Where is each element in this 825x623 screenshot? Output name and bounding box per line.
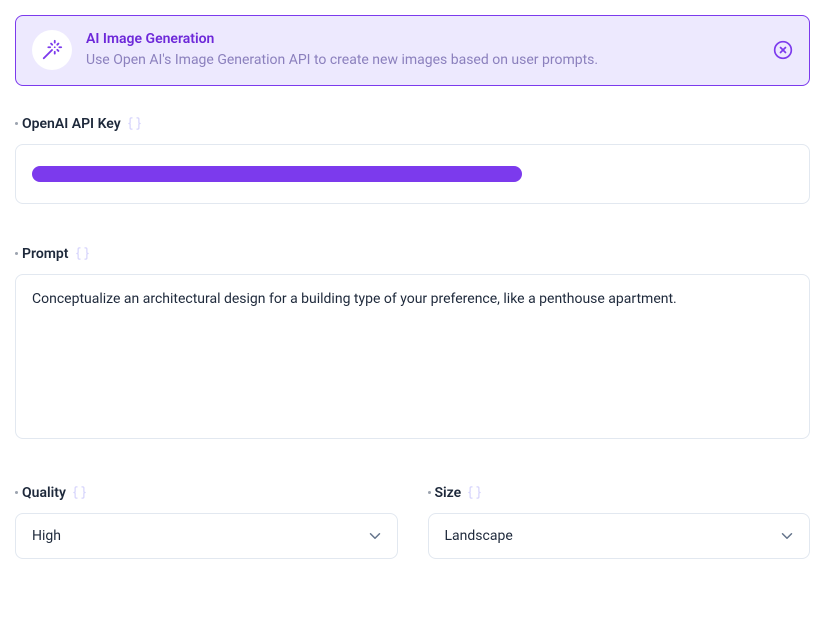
api-key-label: OpenAI API Key — [22, 116, 121, 132]
field-row-quality-size: Quality High Size Landscape — [15, 485, 810, 559]
size-select[interactable]: Landscape — [428, 513, 811, 559]
banner-text: AI Image Generation Use Open AI's Image … — [86, 30, 759, 71]
close-button[interactable] — [773, 40, 793, 60]
field-quality: Quality High — [15, 485, 398, 559]
quality-label: Quality — [22, 485, 66, 501]
bullet-dot — [15, 122, 18, 125]
prompt-textarea[interactable] — [15, 274, 810, 439]
bullet-dot — [428, 491, 431, 494]
size-label: Size — [435, 485, 462, 501]
info-banner: AI Image Generation Use Open AI's Image … — [15, 15, 810, 86]
field-size: Size Landscape — [428, 485, 811, 559]
label-row: Quality — [15, 485, 398, 501]
magic-wand-icon — [41, 39, 63, 61]
label-row: OpenAI API Key — [15, 116, 810, 132]
braces-icon[interactable] — [72, 485, 87, 500]
redacted-api-key — [32, 166, 522, 182]
banner-icon-wrap — [32, 30, 72, 70]
label-row: Prompt — [15, 246, 810, 262]
quality-select[interactable]: High — [15, 513, 398, 559]
banner-title: AI Image Generation — [86, 30, 759, 50]
size-select-wrap: Landscape — [428, 513, 811, 559]
quality-select-wrap: High — [15, 513, 398, 559]
close-circle-icon — [773, 40, 793, 60]
field-api-key: OpenAI API Key — [15, 116, 810, 204]
prompt-label: Prompt — [22, 246, 69, 262]
field-prompt: Prompt — [15, 246, 810, 443]
label-row: Size — [428, 485, 811, 501]
banner-description: Use Open AI's Image Generation API to cr… — [86, 50, 759, 71]
bullet-dot — [15, 252, 18, 255]
bullet-dot — [15, 491, 18, 494]
api-key-input[interactable] — [15, 144, 810, 204]
braces-icon[interactable] — [467, 485, 482, 500]
braces-icon[interactable] — [127, 116, 142, 131]
braces-icon[interactable] — [75, 246, 90, 261]
